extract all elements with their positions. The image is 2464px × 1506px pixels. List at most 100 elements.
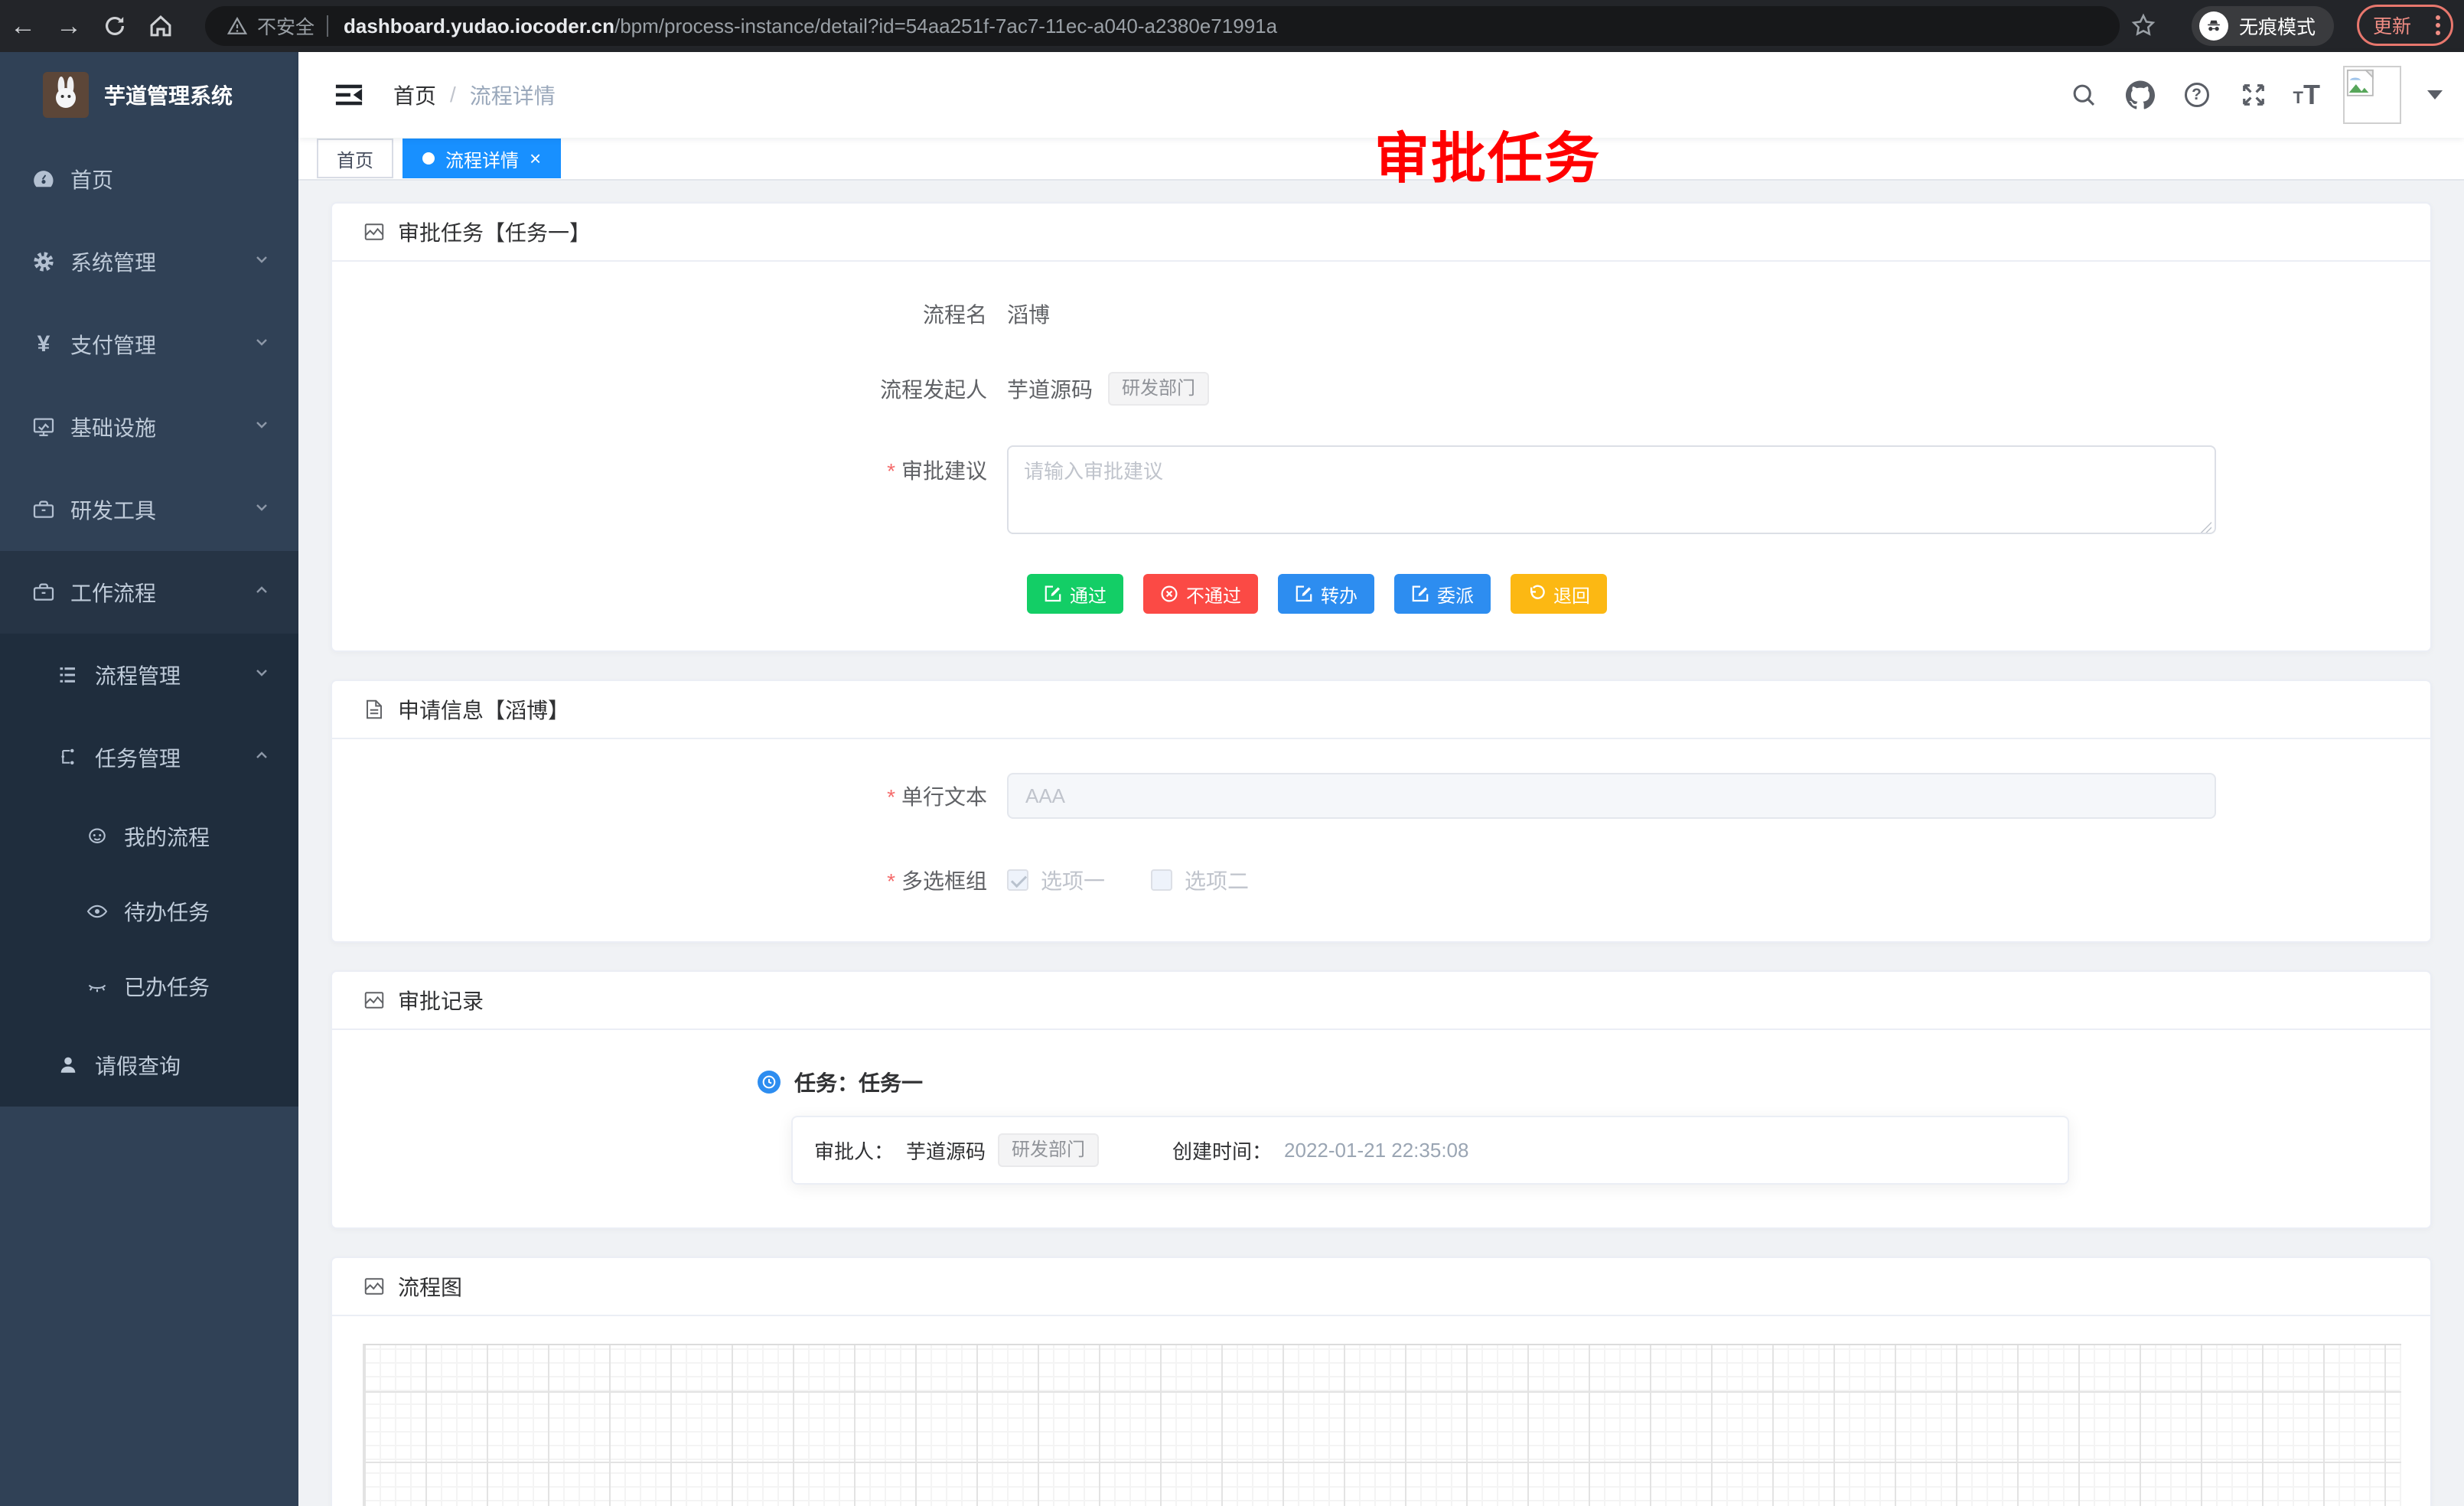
chevron-down-icon [253, 415, 271, 439]
initiator-value: 芋道源码 [1007, 373, 1093, 404]
required-mark: * [887, 785, 895, 809]
breadcrumb-current: 流程详情 [470, 80, 556, 110]
document-icon [363, 698, 386, 721]
browser-reload-icon[interactable] [92, 3, 138, 49]
incognito-icon [2199, 11, 2228, 41]
avatar-caret-icon[interactable] [2427, 90, 2443, 99]
card-title: 流程图 [398, 1271, 462, 1302]
breadcrumb-home[interactable]: 首页 [393, 80, 436, 110]
address-bar[interactable]: 不安全 dashboard.yudao.iocoder.cn/bpm/proce… [205, 6, 2120, 46]
sidebar-item-infra[interactable]: 基础设施 [0, 386, 298, 468]
circle-close-icon [1160, 585, 1178, 603]
reject-button[interactable]: 不通过 [1143, 574, 1258, 614]
url-divider [327, 15, 328, 37]
return-button[interactable]: 退回 [1511, 574, 1607, 614]
required-mark: * [887, 459, 895, 483]
browser-update-button[interactable]: 更新 [2357, 5, 2453, 46]
delegate-button[interactable]: 委派 [1394, 574, 1491, 614]
list-icon [55, 663, 81, 686]
search-icon[interactable] [2067, 78, 2101, 112]
font-size-icon[interactable]: TT [2293, 83, 2320, 106]
checkbox-label: 选项二 [1185, 865, 1249, 895]
avatar[interactable] [2343, 66, 2401, 124]
chevron-up-icon [253, 745, 271, 770]
gear-icon [31, 249, 57, 274]
picture-icon [363, 1275, 386, 1298]
sidebar-item-system[interactable]: 系统管理 [0, 220, 298, 303]
checkbox-option-2[interactable]: 选项二 [1151, 865, 1249, 895]
briefcase-icon [31, 580, 57, 605]
browser-menu-icon[interactable] [2436, 15, 2440, 35]
dept-tag: 研发部门 [1108, 372, 1209, 406]
help-icon[interactable]: ? [2180, 78, 2214, 112]
transfer-button[interactable]: 转办 [1278, 574, 1374, 614]
process-name-label: 流程名 [332, 298, 1007, 329]
card-header: 流程图 [332, 1258, 2430, 1316]
checkbox-unchecked-icon [1151, 869, 1172, 891]
timeline-node: 任务：任务一 [758, 1067, 2430, 1097]
sidebar-item-label: 基础设施 [70, 412, 253, 442]
button-label: 委派 [1437, 581, 1474, 608]
textarea-resize-handle[interactable] [2201, 522, 2211, 533]
sidebar-item-home[interactable]: 首页 [0, 138, 298, 220]
tab-home[interactable]: 首页 [317, 139, 393, 178]
approve-button[interactable]: 通过 [1027, 574, 1123, 614]
approval-task-card: 审批任务【任务一】 流程名 滔博 流程发起人 芋道源码 研发部门 [331, 202, 2432, 652]
single-text-label: 单行文本 [901, 785, 987, 809]
chevron-down-icon [253, 332, 271, 357]
sidebar-item-leave-query[interactable]: 请假查询 [0, 1024, 298, 1107]
chevron-down-icon [253, 663, 271, 687]
breadcrumb-separator: / [450, 83, 456, 107]
sidebar-item-process-mgmt[interactable]: 流程管理 [0, 634, 298, 716]
edit-icon [1044, 585, 1062, 603]
sidebar-item-devtools[interactable]: 研发工具 [0, 468, 298, 551]
required-mark: * [887, 869, 895, 893]
screen: ← → 不安全 dashboard.yudao.iocoder.cn/bpm/p… [0, 0, 2464, 1506]
fullscreen-icon[interactable] [2237, 78, 2270, 112]
sidebar-item-payment[interactable]: ¥ 支付管理 [0, 303, 298, 386]
initiator-label: 流程发起人 [332, 373, 1007, 404]
sidebar-item-done-task[interactable]: 已办任务 [0, 949, 298, 1024]
chevron-up-icon [253, 580, 271, 605]
browser-home-icon[interactable] [138, 3, 184, 49]
incognito-label: 无痕模式 [2239, 12, 2316, 40]
insecure-label: 不安全 [257, 12, 315, 40]
sidebar-collapse-icon[interactable] [329, 75, 369, 115]
sidebar-item-label: 请假查询 [95, 1050, 277, 1081]
sidebar-item-workflow[interactable]: 工作流程 [0, 551, 298, 634]
app-title: 芋道管理系统 [104, 80, 233, 110]
record-detail-panel: 审批人：芋道源码 研发部门 创建时间： 2022-01-21 22:35:08 [791, 1116, 2069, 1185]
sidebar-item-my-process[interactable]: 我的流程 [0, 799, 298, 874]
tab-close-icon[interactable]: × [530, 148, 541, 168]
application-info-card: 申请信息【滔博】 *单行文本 *多选框组 [331, 680, 2432, 943]
sidebar-item-task-mgmt[interactable]: 任务管理 [0, 716, 298, 799]
single-text-input[interactable] [1007, 773, 2216, 819]
tab-label: 首页 [337, 145, 373, 172]
refresh-left-icon [1527, 585, 1546, 603]
card-header: 审批任务【任务一】 [332, 204, 2430, 262]
sidebar-logo-row[interactable]: 芋道管理系统 [0, 52, 298, 138]
red-annotation-text: 审批任务 [1374, 113, 1601, 194]
create-time-label: 创建时间： [1172, 1136, 1272, 1165]
suggestion-textarea[interactable] [1007, 445, 2216, 534]
browser-toolbar: ← → 不安全 dashboard.yudao.iocoder.cn/bpm/p… [0, 0, 2464, 52]
sidebar-item-todo-task[interactable]: 待办任务 [0, 874, 298, 949]
page-header: 首页 / 流程详情 审批任务 ? [298, 52, 2464, 138]
breadcrumb: 首页 / 流程详情 [393, 80, 556, 110]
tab-process-detail[interactable]: 流程详情 × [403, 139, 561, 178]
edit-icon [1295, 585, 1313, 603]
insecure-warning-icon [227, 15, 248, 37]
sidebar-item-label: 首页 [70, 164, 277, 194]
sidebar: 芋道管理系统 首页 系统管理 ¥ 支付管理 [0, 52, 298, 1506]
button-label: 退回 [1553, 581, 1590, 608]
browser-back-icon[interactable]: ← [0, 3, 46, 49]
bpmn-canvas[interactable] [363, 1344, 2401, 1506]
checkbox-option-1[interactable]: 选项一 [1007, 865, 1105, 895]
browser-forward-icon[interactable]: → [46, 3, 92, 49]
github-icon[interactable] [2123, 78, 2157, 112]
tab-label: 流程详情 [445, 145, 519, 172]
chevron-down-icon [253, 249, 271, 274]
sidebar-item-label: 工作流程 [70, 577, 253, 608]
bookmark-star-icon[interactable] [2130, 12, 2156, 44]
dashboard-icon [31, 167, 57, 191]
